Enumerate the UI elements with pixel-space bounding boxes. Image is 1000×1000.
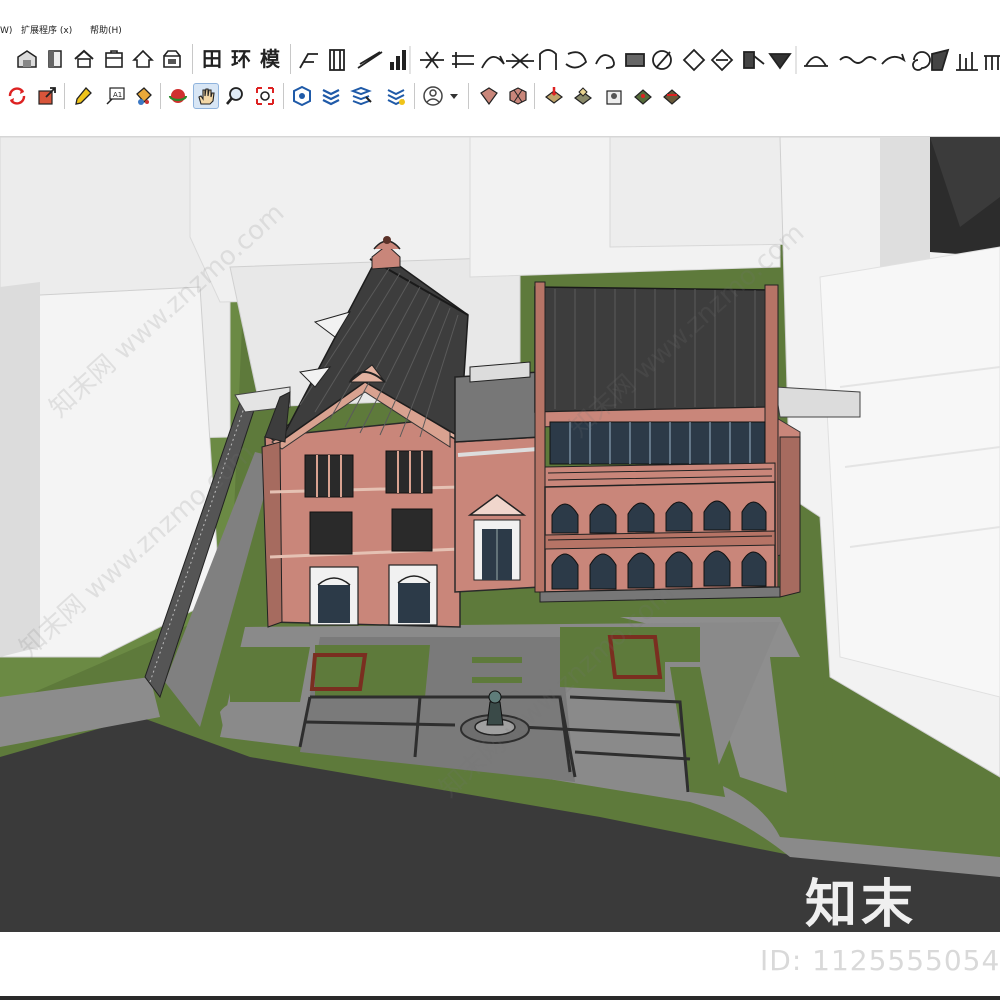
layers-icon[interactable] [318,83,344,109]
orbit-icon[interactable] [4,83,30,109]
toolbar-divider [0,114,1000,137]
house-window-icon[interactable] [159,46,185,72]
id-watermark: ID: 1125555054 [760,944,1000,977]
toolbar-separator [290,44,291,74]
orbit-sphere-icon[interactable] [165,83,191,109]
fence-tool-icon [956,52,978,71]
add-location-icon[interactable] [601,83,627,109]
preview-terrain-icon[interactable] [630,83,656,109]
toolbar-separator [160,83,161,109]
loop-tool-icon [565,51,588,69]
warehouse-icon[interactable] [14,46,40,72]
window [309,511,353,555]
diamond-tool-icon [682,48,706,72]
zoom-icon[interactable] [222,83,248,109]
brand-watermark: 知末 [805,875,918,932]
door-tool-icon [743,51,755,69]
menu-extensions[interactable]: 扩展程序 (x) [21,26,72,36]
house-roof-icon[interactable] [130,46,156,72]
beam-tool-icon [357,51,383,69]
toolbar-separator [192,44,193,74]
menu-window[interactable]: W) [0,26,12,36]
toolbar-separator [468,83,469,109]
intersect-tool-icon [506,53,534,69]
sandbox-icon[interactable] [383,83,409,109]
chevron-down-icon[interactable] [446,83,462,109]
toolbar-bottom-row: A1 [0,80,1000,114]
bar-tool-icon [390,50,406,70]
column-tool-icon [329,49,345,71]
architecture-tool-strip[interactable] [296,44,1000,76]
zoom-extents-icon[interactable] [252,83,278,109]
environment-icon[interactable]: 环 [228,46,254,72]
wedge-tool-icon [931,48,950,71]
toolbar-separator [283,83,284,109]
stair-tool-icon [299,53,318,69]
components-icon[interactable] [476,83,502,109]
paint-bucket-icon[interactable] [130,83,156,109]
toolbar-top: 田 环 模 [0,38,1000,80]
bottom-edge [0,996,1000,1000]
balustrade-tool-icon [984,55,1000,70]
scale-icon[interactable] [34,83,60,109]
dome-tool-icon [805,56,827,67]
model-icon[interactable]: 模 [257,46,283,72]
slab-tool-icon [625,53,645,67]
wave-tool-icon [839,56,877,64]
toolbar-separator [534,83,535,109]
menu-help[interactable]: 帮助(H) [90,26,122,36]
arch-tool-icon [539,49,557,70]
model-viewport[interactable]: 知末网 www.znzmo.com 知末网 www.znzmo.com 知末网 … [0,137,1000,932]
pan-hand-icon[interactable] [193,83,219,109]
paint-icon[interactable] [70,83,96,109]
shapes-icon[interactable] [289,83,315,109]
geo-location-icon[interactable] [541,83,567,109]
curve-tool-icon [481,55,505,69]
photo-texture-icon[interactable] [570,83,596,109]
spiral-tool-icon [595,54,615,69]
join-tool-icon [420,51,444,69]
rail-tool-icon [452,52,474,68]
swirl-tool-icon [912,51,931,71]
component-box-icon[interactable] [42,46,68,72]
house-outline-icon[interactable] [101,46,127,72]
sweep-tool-icon [881,53,906,65]
toolbar-separator [64,83,65,109]
funnel-tool-icon [768,53,792,70]
svg-text:A1: A1 [113,91,122,99]
house-icon[interactable] [71,46,97,72]
menu-bar: W) 扩展程序 (x) 帮助(H) [0,0,1000,36]
toggle-terrain-icon[interactable] [659,83,685,109]
stack-icon[interactable] [348,83,374,109]
text-tool-icon[interactable]: A1 [102,83,128,109]
toolbar-separator [414,83,415,109]
status-strip: ID: 1125555054 [0,932,1000,1000]
window [391,508,433,552]
terrain-grid-icon[interactable] [505,83,531,109]
user-account-icon[interactable] [420,83,446,109]
grid-plan-icon[interactable]: 田 [199,46,225,72]
